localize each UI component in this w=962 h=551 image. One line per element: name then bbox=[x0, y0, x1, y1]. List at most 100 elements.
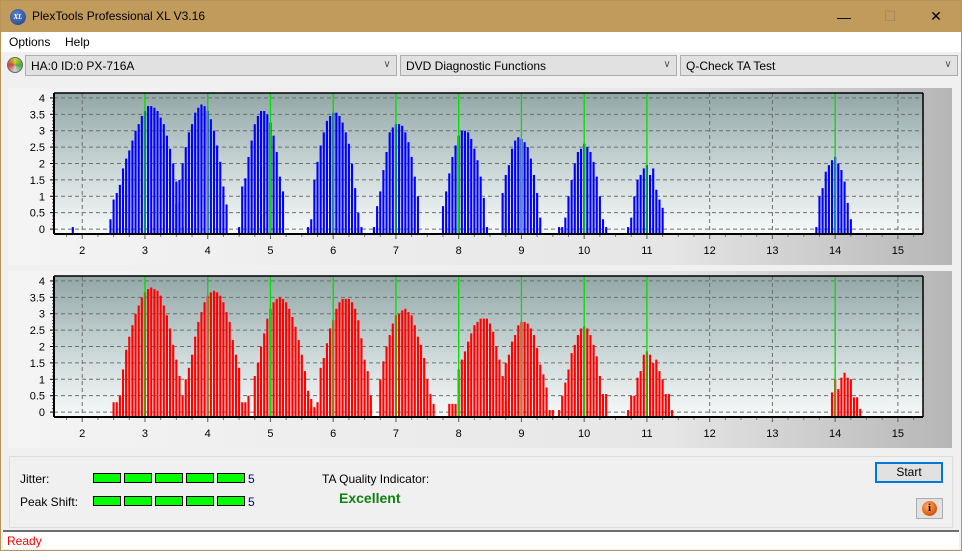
bar bbox=[200, 104, 203, 234]
bar bbox=[501, 377, 504, 417]
bar bbox=[470, 333, 473, 417]
meter-segment bbox=[217, 496, 245, 506]
bar bbox=[473, 148, 476, 234]
bar bbox=[322, 132, 325, 234]
test-select[interactable]: Q-Check TA Test ∨ bbox=[680, 55, 958, 76]
menu-options[interactable]: Options bbox=[9, 35, 50, 49]
bar bbox=[426, 379, 429, 417]
bar bbox=[558, 227, 561, 234]
bar bbox=[125, 349, 128, 417]
bar bbox=[162, 305, 165, 417]
bar bbox=[385, 152, 388, 234]
disc-drive-icon bbox=[7, 57, 23, 73]
bar bbox=[372, 227, 376, 234]
drive-select[interactable]: HA:0 ID:0 PX-716A ∨ bbox=[25, 55, 397, 76]
bar bbox=[385, 346, 388, 417]
bar bbox=[664, 394, 667, 417]
bar bbox=[514, 140, 517, 234]
bar bbox=[564, 382, 567, 417]
bar bbox=[451, 403, 454, 417]
bar bbox=[843, 181, 846, 234]
bar bbox=[495, 346, 498, 417]
start-button[interactable]: Start bbox=[875, 462, 943, 483]
maximize-button[interactable]: ☐ bbox=[867, 1, 913, 32]
x-tick-label: 4 bbox=[205, 245, 211, 257]
bar bbox=[605, 227, 608, 234]
bar bbox=[329, 328, 332, 417]
bar bbox=[222, 302, 225, 417]
test-select-value: Q-Check TA Test bbox=[686, 59, 776, 73]
bar bbox=[536, 348, 539, 417]
bar bbox=[121, 369, 125, 417]
land-ta-chart: 0 0.5 1 1.5 2 2.5 3 3.5 4 2 3 4 5 6 7 8 9 10 11 12 13 14 15 bbox=[30, 92, 924, 257]
minimize-button[interactable]: — bbox=[821, 1, 867, 32]
bar bbox=[344, 298, 347, 417]
bar bbox=[300, 354, 303, 417]
bar bbox=[388, 335, 391, 417]
bar bbox=[303, 371, 307, 417]
bar bbox=[482, 318, 485, 417]
bar bbox=[209, 119, 212, 234]
bar bbox=[413, 176, 416, 234]
bar bbox=[219, 161, 222, 234]
bar bbox=[589, 152, 592, 234]
bar bbox=[498, 359, 501, 417]
bar bbox=[350, 163, 354, 234]
land-chart-panel: 0 0.5 1 1.5 2 2.5 3 3.5 4 2 3 4 5 6 7 8 9 10 11 12 13 14 15 bbox=[8, 88, 952, 265]
bar bbox=[510, 148, 514, 234]
bar bbox=[837, 163, 840, 234]
bar bbox=[275, 152, 278, 234]
bar bbox=[830, 160, 834, 234]
bar bbox=[322, 357, 325, 417]
bar bbox=[313, 407, 316, 417]
bar bbox=[238, 227, 241, 234]
bar bbox=[476, 160, 479, 234]
bar bbox=[112, 199, 115, 234]
bar bbox=[661, 379, 664, 417]
bar bbox=[504, 174, 507, 234]
bar bbox=[579, 328, 583, 417]
x-tick-label: 14 bbox=[829, 245, 841, 257]
bar bbox=[636, 377, 639, 417]
bar bbox=[633, 395, 636, 417]
bar bbox=[479, 318, 482, 417]
bar bbox=[369, 395, 372, 417]
bar bbox=[134, 130, 137, 234]
bar bbox=[470, 138, 473, 234]
info-button[interactable]: i bbox=[916, 498, 943, 519]
bar bbox=[281, 191, 285, 234]
bar bbox=[846, 202, 849, 234]
bar bbox=[172, 344, 175, 417]
bar bbox=[416, 196, 419, 234]
app-window: XL PlexTools Professional XL V3.16 — ☐ ✕… bbox=[0, 0, 962, 551]
x-tick-label: 3 bbox=[142, 428, 148, 440]
bar bbox=[153, 289, 156, 417]
bar bbox=[570, 179, 573, 234]
bar bbox=[212, 130, 216, 234]
bar bbox=[529, 158, 532, 234]
bar bbox=[225, 204, 228, 234]
bar bbox=[859, 408, 862, 417]
function-select[interactable]: DVD Diagnostic Functions ∨ bbox=[400, 55, 677, 76]
bar bbox=[341, 298, 344, 417]
bar bbox=[118, 395, 121, 417]
bar bbox=[391, 323, 394, 417]
close-button[interactable]: ✕ bbox=[913, 1, 959, 32]
bar bbox=[228, 321, 231, 417]
drive-select-value: HA:0 ID:0 PX-716A bbox=[31, 59, 135, 73]
bar bbox=[592, 344, 595, 417]
bar bbox=[416, 336, 419, 417]
menu-help[interactable]: Help bbox=[65, 35, 90, 49]
bar bbox=[432, 403, 435, 417]
bar bbox=[137, 305, 140, 417]
bar bbox=[379, 379, 382, 417]
bar bbox=[316, 402, 319, 417]
meter-segment bbox=[217, 473, 245, 483]
bar bbox=[815, 227, 818, 234]
bar bbox=[561, 227, 564, 234]
jitter-label: Jitter: bbox=[20, 472, 50, 486]
x-tick-label: 10 bbox=[578, 428, 590, 440]
y-tick-label: 1.5 bbox=[30, 358, 45, 370]
x-tick-label: 7 bbox=[393, 245, 399, 257]
y-tick-label: 3 bbox=[39, 126, 45, 138]
